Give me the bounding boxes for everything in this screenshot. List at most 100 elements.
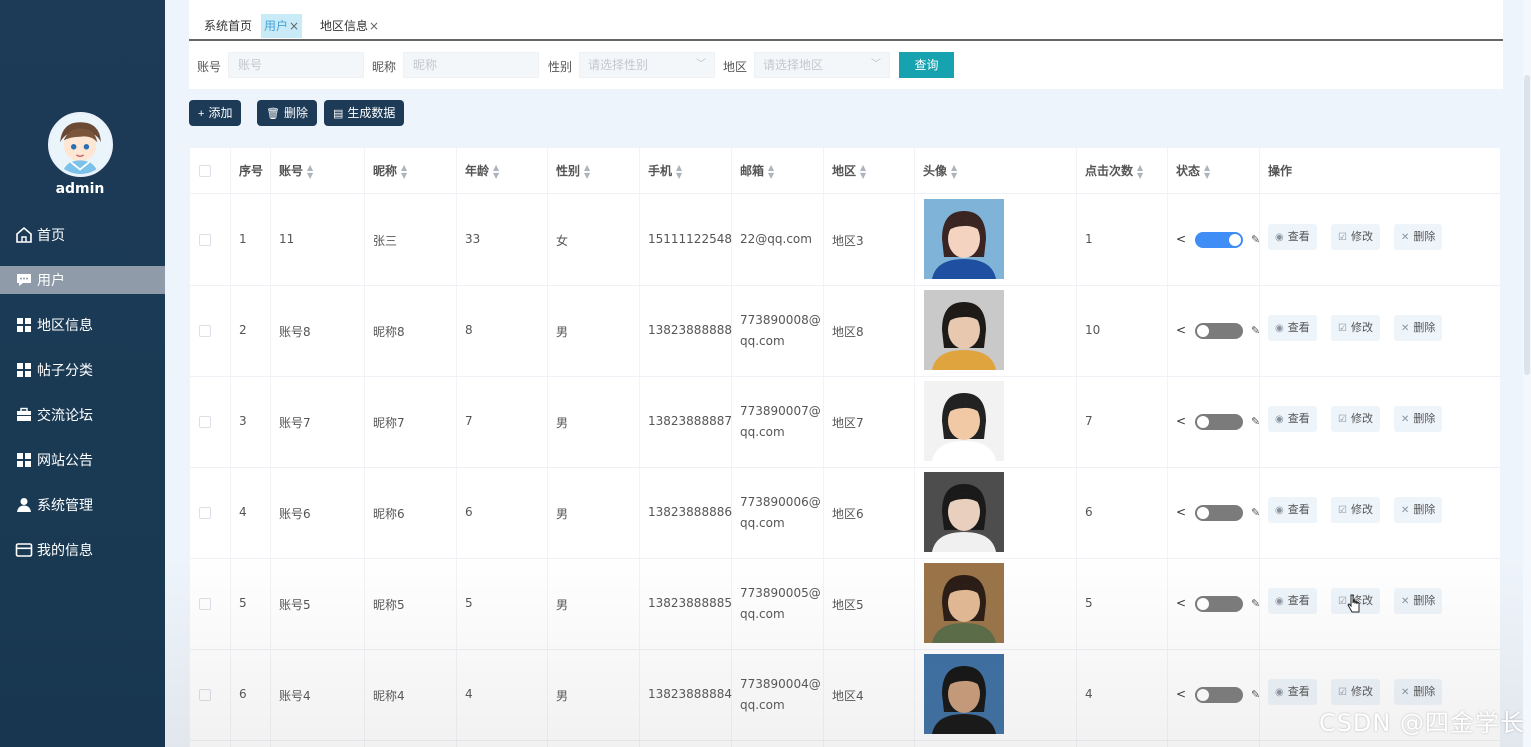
pen-icon[interactable]: ✎ <box>1251 415 1260 428</box>
view-button[interactable]: ◉ 查看 <box>1268 406 1317 432</box>
row-delete-button[interactable]: ✕ 删除 <box>1394 588 1443 614</box>
share-icon[interactable]: < <box>1176 687 1186 701</box>
row-delete-button[interactable]: ✕ 删除 <box>1394 224 1443 250</box>
header-email[interactable]: 邮箱 ▲ ▼ <box>740 148 774 194</box>
status-toggle[interactable] <box>1195 505 1243 521</box>
cell-gender: 男 <box>556 598 569 612</box>
row-checkbox[interactable] <box>199 598 211 610</box>
row-delete-button[interactable]: ✕ 删除 <box>1394 406 1443 432</box>
header-nickname[interactable]: 昵称 ▲ ▼ <box>373 148 407 194</box>
view-button[interactable]: ◉ 查看 <box>1268 588 1317 614</box>
account-input[interactable] <box>228 52 364 78</box>
sidebar-item-label: 网站公告 <box>37 452 93 469</box>
generate-data-button[interactable]: ▤ 生成数据 <box>324 100 405 126</box>
status-toggle[interactable] <box>1195 232 1243 248</box>
close-icon[interactable]: × <box>369 19 379 33</box>
share-icon[interactable]: < <box>1176 596 1186 610</box>
row-delete-button[interactable]: ✕ 删除 <box>1394 679 1443 705</box>
delete-label: 删除 <box>283 106 308 120</box>
avatar-photo[interactable] <box>924 199 1004 279</box>
close-icon: ✕ <box>1401 232 1410 243</box>
sort-icon: ▲ ▼ <box>768 162 775 180</box>
sidebar-item-post-categories[interactable]: 帖子分类 <box>0 347 165 392</box>
header-clicks[interactable]: 点击次数 ▲ ▼ <box>1085 148 1143 194</box>
row-delete-button[interactable]: ✕ 删除 <box>1394 497 1443 523</box>
tab-regions[interactable]: 地区信息× <box>317 14 382 38</box>
cell-age: 33 <box>465 232 481 246</box>
avatar[interactable] <box>48 112 113 177</box>
page-scrollbar[interactable] <box>1523 0 1531 747</box>
share-icon[interactable]: < <box>1176 323 1186 337</box>
status-toggle[interactable] <box>1195 323 1243 339</box>
region-select[interactable]: 请选择地区 ﹀ <box>754 52 890 78</box>
avatar-photo[interactable] <box>924 472 1004 552</box>
header-status[interactable]: 状态 ▲ ▼ <box>1176 148 1210 194</box>
row-checkbox[interactable] <box>199 416 211 428</box>
header-gender[interactable]: 性别 ▲ ▼ <box>556 148 590 194</box>
edit-button[interactable]: ☑ 修改 <box>1331 315 1380 341</box>
status-toggle[interactable] <box>1195 596 1243 612</box>
edit-button[interactable]: ☑ 修改 <box>1331 679 1380 705</box>
cell-nickname: 昵称7 <box>373 416 405 430</box>
delete-button[interactable]: 🗑 删除 <box>257 100 317 126</box>
view-button[interactable]: ◉ 查看 <box>1268 679 1317 705</box>
sidebar-item-users[interactable]: 用户 <box>0 266 165 294</box>
sidebar-item-my-info[interactable]: 我的信息 <box>0 527 165 572</box>
row-checkbox[interactable] <box>199 325 211 337</box>
tab-home[interactable]: 系统首页 <box>201 14 255 38</box>
header-phone[interactable]: 手机 ▲ ▼ <box>648 148 682 194</box>
row-checkbox[interactable] <box>199 234 211 246</box>
add-button[interactable]: + 添加 <box>189 100 242 126</box>
close-icon[interactable]: × <box>289 19 299 33</box>
header-avatar[interactable]: 头像 ▲ ▼ <box>923 148 957 194</box>
tab-users[interactable]: 用户× <box>261 14 303 38</box>
gender-label: 性别 <box>548 60 573 74</box>
pen-icon[interactable]: ✎ <box>1251 506 1260 519</box>
sidebar-item-announcements[interactable]: 网站公告 <box>0 437 165 482</box>
edit-icon: ☑ <box>1338 505 1347 516</box>
share-icon[interactable]: < <box>1176 505 1186 519</box>
cell-phone: 13823888888 <box>648 323 732 337</box>
share-icon[interactable]: < <box>1176 232 1186 246</box>
header-age[interactable]: 年龄 ▲ ▼ <box>465 148 499 194</box>
header-account[interactable]: 账号 ▲ ▼ <box>279 148 313 194</box>
view-button[interactable]: ◉ 查看 <box>1268 497 1317 523</box>
row-checkbox[interactable] <box>199 689 211 701</box>
pen-icon[interactable]: ✎ <box>1251 233 1260 246</box>
sidebar-item-system[interactable]: 系统管理 <box>0 482 165 527</box>
row-checkbox[interactable] <box>199 507 211 519</box>
edit-button[interactable]: ☑ 修改 <box>1331 406 1380 432</box>
avatar-photo[interactable] <box>924 290 1004 370</box>
admin-username: admin <box>55 181 105 197</box>
cell-nickname: 昵称4 <box>373 689 405 703</box>
pen-icon[interactable]: ✎ <box>1251 688 1260 701</box>
status-toggle[interactable] <box>1195 687 1243 703</box>
header-label: 邮箱 <box>740 164 765 178</box>
avatar-photo[interactable] <box>924 563 1004 643</box>
view-button[interactable]: ◉ 查看 <box>1268 224 1317 250</box>
sort-icon: ▲ ▼ <box>676 162 683 180</box>
sort-icon: ▲ ▼ <box>307 162 314 180</box>
status-toggle[interactable] <box>1195 414 1243 430</box>
edit-button[interactable]: ☑ 修改 <box>1331 497 1380 523</box>
sidebar-item-forum[interactable]: 交流论坛 <box>0 392 165 437</box>
query-button[interactable]: 查询 <box>899 52 954 78</box>
sidebar-item-regions[interactable]: 地区信息 <box>0 302 165 347</box>
select-all-checkbox[interactable] <box>199 165 211 177</box>
avatar-photo[interactable] <box>924 381 1004 461</box>
cell-email-line2: qq.com <box>740 607 785 621</box>
edit-button[interactable]: ☑ 修改 <box>1331 224 1380 250</box>
avatar-photo[interactable] <box>924 654 1004 734</box>
table-row: 4 账号6 昵称6 6 男 13823888886 地区6 6 773890006@ qq.com… <box>190 468 1500 559</box>
share-icon[interactable]: < <box>1176 414 1186 428</box>
view-button[interactable]: ◉ 查看 <box>1268 315 1317 341</box>
pen-icon[interactable]: ✎ <box>1251 597 1260 610</box>
nickname-input[interactable] <box>403 52 539 78</box>
scrollbar-thumb[interactable] <box>1524 75 1530 375</box>
pen-icon[interactable]: ✎ <box>1251 324 1260 337</box>
header-region[interactable]: 地区 ▲ ▼ <box>832 148 866 194</box>
sort-icon: ▲ ▼ <box>1204 162 1211 180</box>
gender-select[interactable]: 请选择性别 ﹀ <box>579 52 715 78</box>
sidebar-item-home[interactable]: 首页 <box>0 212 165 257</box>
row-delete-button[interactable]: ✕ 删除 <box>1394 315 1443 341</box>
